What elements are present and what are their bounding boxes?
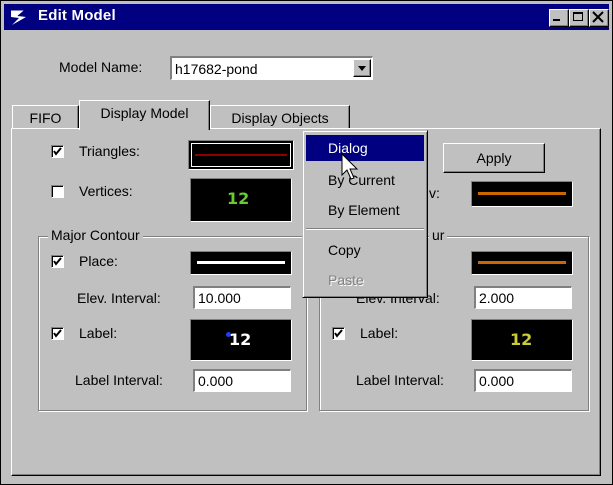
white-line-sample [197,261,285,264]
menu-item-by-element-label: By Element [328,202,400,218]
tab-display-objects[interactable]: Display Objects [210,105,350,129]
app-logo-icon [8,6,30,28]
menu-item-paste: Paste [306,267,424,293]
checkmark-icon [53,147,62,156]
triangle-line-sample [195,154,287,156]
major-contour-title: Major Contour [48,227,143,243]
tab-display-objects-label: Display Objects [231,110,329,126]
mouse-pointer-icon [341,153,359,180]
minor-label-checkbox[interactable] [332,327,345,340]
apply-button-label: Apply [476,150,512,166]
triangles-label: Triangles: [79,143,140,159]
major-label-symbol-swatch[interactable]: 12 [190,319,292,361]
dropdown-arrow-button[interactable] [353,59,371,77]
dropdown-arrow-icon [358,66,366,71]
menu-separator [306,228,424,230]
major-label-interval-input[interactable]: 0.000 [193,369,291,392]
minor-label-label: Label: [360,325,399,341]
tab-display-model-label: Display Model [100,105,189,121]
minor-place-color-swatch[interactable] [471,251,573,275]
title-bar[interactable]: Edit Model [4,4,609,30]
major-place-checkbox[interactable] [51,255,64,268]
major-elev-interval-input[interactable]: 10.000 [193,286,291,309]
minor-elev-interval-input[interactable]: 2.000 [474,286,572,309]
vertices-checkbox[interactable] [51,185,64,198]
minor-label-interval-label: Label Interval: [356,372,444,388]
major-place-label: Place: [79,253,118,269]
menu-item-paste-label: Paste [328,272,364,288]
apply-button[interactable]: Apply [443,143,545,173]
major-place-color-swatch[interactable] [190,251,292,275]
tab-display-model[interactable]: Display Model [79,100,210,130]
model-name-label: Model Name: [59,59,143,75]
minor-label-symbol-text: 12 [510,330,533,349]
major-label-checkbox[interactable] [51,327,64,340]
minor-label-interval-input[interactable]: 0.000 [474,369,572,392]
vertices-symbol-text: 12 [227,189,250,208]
tab-fifo[interactable]: FIFO [12,105,79,129]
maximize-icon [573,12,583,21]
minor-label-symbol-swatch[interactable]: 12 [471,319,573,361]
model-name-value: h17682-pond [175,61,258,77]
close-button[interactable] [589,9,609,27]
major-elev-interval-label: Elev. Interval: [77,290,161,306]
minor-label-interval-value: 0.000 [479,373,515,389]
orange-line-sample [478,261,566,264]
menu-item-dialog[interactable]: Dialog [306,135,424,161]
major-label-interval-label: Label Interval: [75,372,163,388]
major-label-interval-value: 0.000 [198,373,234,389]
triangles-color-swatch[interactable] [188,140,294,170]
hidden-row-label-partial: v: [429,185,440,201]
checkmark-icon [53,329,62,338]
maximize-button[interactable] [569,9,589,27]
menu-item-copy-label: Copy [328,242,361,258]
model-name-select[interactable]: h17682-pond [170,56,373,80]
orange-line-sample [478,192,566,195]
minor-elev-interval-value: 2.000 [479,290,515,306]
minimize-icon [553,19,560,21]
checkmark-icon [334,329,343,338]
window-title: Edit Model [38,7,116,24]
major-label-symbol-text: 12 [229,330,252,349]
menu-item-by-element[interactable]: By Element [306,197,424,223]
checkmark-icon [53,257,62,266]
close-icon [592,11,604,23]
minor-contour-title-partial: ur [429,227,448,243]
menu-item-by-current[interactable]: By Current [306,167,424,193]
triangles-checkbox[interactable] [51,145,64,158]
minimize-button[interactable] [549,9,569,27]
major-elev-interval-value: 10.000 [198,290,241,306]
vertices-symbol-swatch[interactable]: 12 [190,178,292,222]
major-label-label: Label: [79,325,118,341]
tab-fifo-label: FIFO [29,110,62,126]
menu-item-copy[interactable]: Copy [306,237,424,263]
edit-model-window: Edit Model Model Name: h17682-pond FIFO … [0,0,613,485]
vertices-label: Vertices: [79,183,133,199]
context-menu: Dialog By Current By Element Copy Paste [302,130,428,298]
right-color-swatch[interactable] [471,181,573,207]
